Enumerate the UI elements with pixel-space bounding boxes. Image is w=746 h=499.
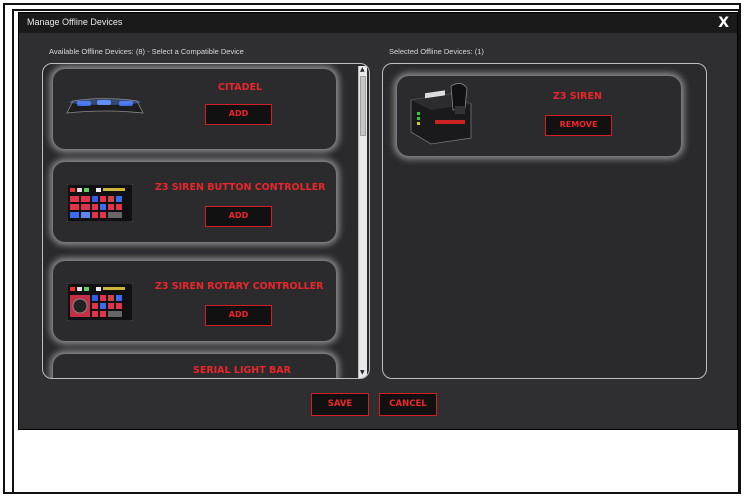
selected-devices-panel: Z3 SIREN REMOVE [382,63,707,379]
button-controller-image [67,184,133,222]
cancel-button[interactable]: CANCEL [379,393,437,416]
add-button[interactable]: ADD [205,305,272,326]
add-button[interactable]: ADD [205,104,272,125]
device-card-z3-siren-button-controller: Z3 SIREN BUTTON CONTROLLER ADD [53,162,336,242]
device-card-citadel: CITADEL ADD [53,69,336,149]
remove-button[interactable]: REMOVE [545,115,612,136]
device-card-z3-siren: Z3 SIREN REMOVE [397,76,681,156]
manage-offline-devices-dialog: Manage Offline Devices X Available Offli… [18,12,738,430]
selected-devices-heading: Selected Offline Devices: (1) [389,47,484,56]
close-icon[interactable]: X [718,14,729,32]
add-button[interactable]: ADD [205,206,272,227]
light-bar-image [66,98,144,114]
device-name: SERIAL LIGHT BAR [193,365,291,376]
device-name: Z3 SIREN ROTARY CONTROLLER [155,281,324,292]
device-name: Z3 SIREN [553,91,602,102]
save-button[interactable]: SAVE [311,393,369,416]
scroll-down-arrow-icon[interactable]: ▼ [360,370,365,376]
scroll-up-arrow-icon[interactable]: ▲ [360,67,365,73]
available-devices-heading: Available Offline Devices: (8) - Select … [49,47,244,56]
device-card-serial-light-bar: SERIAL LIGHT BAR [53,354,336,378]
dialog-titlebar: Manage Offline Devices X [19,13,737,33]
dialog-title: Manage Offline Devices [27,17,123,27]
device-list-scrollbar[interactable]: ▲ ▼ [358,66,367,378]
device-card-z3-siren-rotary-controller: Z3 SIREN ROTARY CONTROLLER ADD [53,261,336,341]
device-name: Z3 SIREN BUTTON CONTROLLER [155,182,326,193]
available-devices-panel: CITADEL ADD Z3 SIREN BUTTON CONTROLLER A… [42,63,370,379]
siren-amplifier-image [410,83,472,145]
device-name: CITADEL [218,82,263,93]
scrollbar-thumb[interactable] [360,76,366,136]
rotary-controller-image [67,283,133,321]
